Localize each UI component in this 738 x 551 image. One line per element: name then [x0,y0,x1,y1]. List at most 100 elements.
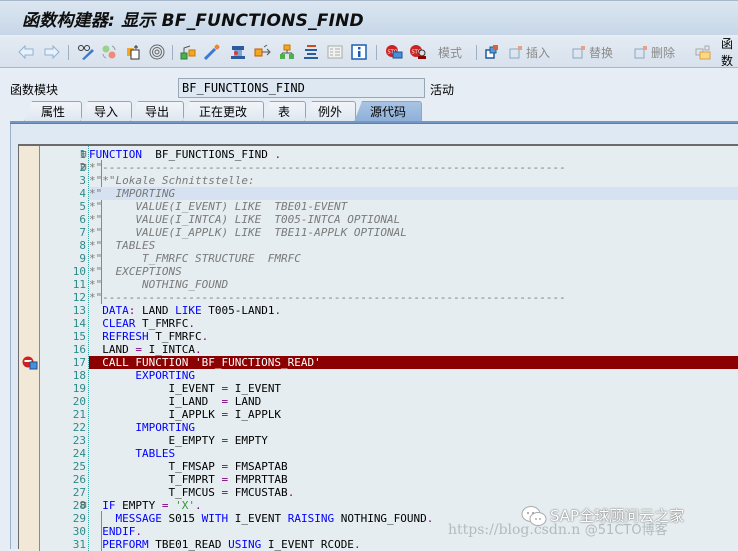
replace-label: 替换 [589,45,614,60]
code-line[interactable]: 20 I_LAND = LAND [19,395,738,408]
code-line[interactable]: 31 PERFORM TBE01_READ USING I_EVENT RCOD… [19,538,738,551]
activate-icon[interactable] [204,43,220,61]
code-line[interactable]: 5 *" VALUE(I_EVENT) LIKE TBE01-EVENT [19,200,738,213]
code-line[interactable]: 26 T_FMPRT = FMPRTTAB [19,473,738,486]
function-doc-button[interactable]: 函数 [719,37,738,68]
fold-toggle-icon[interactable]: ⊟ [78,161,89,174]
tab-exceptions[interactable]: 例外 [304,101,356,122]
code-line[interactable]: 16 LAND = I_INTCA. [19,343,738,356]
code-line[interactable]: 4 *" IMPORTING [19,187,738,200]
code-line[interactable]: 10 *" EXCEPTIONS [19,265,738,278]
code-text: REFRESH T_FMRFC. [102,330,209,343]
code-text: *" VALUE(I_EVENT) LIKE TBE01-EVENT [89,200,348,213]
tab-strip: 属性 导入 导出 正在更改 表 例外 源代码 [0,101,738,123]
line-number: 22 [72,421,86,434]
check-icon[interactable] [180,43,196,61]
replace-button[interactable]: 替换 [571,43,613,61]
forward-arrow-icon[interactable] [44,43,60,61]
code-text: *" TABLES [89,239,156,252]
code-text: *" EXCEPTIONS [89,265,182,278]
code-text: T_FMPRT = FMPRTTAB [89,473,288,486]
line-number: 15 [72,330,86,343]
line-number: 5 [79,200,86,213]
code-line[interactable]: 3 *"*"Lokale Schnittstelle: [19,174,738,187]
pretty-printer-icon[interactable] [303,43,319,61]
code-text: ENDIF. [102,525,142,538]
code-text: *" T_FMRFC STRUCTURE FMRFC [89,252,301,265]
fold-toggle-icon[interactable]: ⊟ [78,499,89,512]
tab-export[interactable]: 导出 [130,101,184,122]
insert-block-icon[interactable] [484,43,500,61]
code-line[interactable]: 22 IMPORTING [19,421,738,434]
delete-button[interactable]: 删除 [633,43,675,61]
code-line[interactable]: 18 EXPORTING [19,369,738,382]
mode-button[interactable]: 模式 [436,43,462,61]
info-icon[interactable] [351,43,367,61]
active-inactive-icon[interactable] [101,43,117,61]
code-line[interactable]: 6 *" VALUE(I_INTCA) LIKE T005-INTCA OPTIO… [19,213,738,226]
other-object-icon[interactable] [126,43,142,61]
code-text: *" VALUE(I_APPLK) LIKE TBE11-APPLK OPTIO… [89,226,407,239]
line-number: 13 [72,304,86,317]
source-code-editor[interactable]: 1 ⊟ FUNCTION BF_FUNCTIONS_FIND . 2 ⊟ *"------… [18,144,738,551]
code-text: TABLES [135,447,176,460]
function-module-row: 函数模块 BF_FUNCTIONS_FIND 活动 [0,78,738,100]
breakpoint-external-icon[interactable]: STOP [409,43,427,61]
code-text: *"--------------------------------------… [89,291,566,304]
insert-button[interactable]: 插入 [508,43,550,61]
code-line[interactable]: 8 *" TABLES [19,239,738,252]
tab-tables[interactable]: 表 [262,101,306,122]
code-text: MESSAGE S015 WITH I_EVENT RAISING NOTHIN… [115,512,434,525]
mode-label: 模式 [438,45,463,60]
tab-import[interactable]: 导入 [80,101,132,122]
fold-toggle-icon[interactable]: ⊟ [78,148,89,161]
code-line[interactable]: 27 T_FMCUS = FMCUSTAB. [19,486,738,499]
code-line[interactable]: 21 I_APPLK = I_APPLK [19,408,738,421]
tab-attributes[interactable]: 属性 [24,101,82,122]
code-text: I_APPLK = I_APPLK [89,408,282,421]
title-bar: 函数构建器: 显示 BF_FUNCTIONS_FIND [0,0,738,36]
code-text: IF EMPTY = 'X'. [102,499,202,512]
where-used-icon[interactable] [149,43,165,61]
code-line[interactable]: 15 REFRESH T_FMRFC. [19,330,738,343]
code-line[interactable]: 24 TABLES [19,447,738,460]
code-line[interactable]: 2 ⊟ *"------------------------------------… [19,161,738,174]
line-number: 16 [72,343,86,356]
line-number: 17 [72,356,86,369]
code-text: PERFORM TBE01_READ USING I_EVENT RCODE. [102,538,361,551]
function-doc-label: 函数 [721,37,734,68]
tab-source-code[interactable]: 源代码 [354,101,422,122]
function-doc-icon[interactable] [695,43,711,61]
application-toolbar: STOP STOP 模式 插入 替换 删除 函数 [0,37,738,68]
line-number: 7 [79,226,86,239]
toolbar-separator [172,45,173,60]
code-line[interactable]: 9 *" T_FMRFC STRUCTURE FMRFC [19,252,738,265]
display-change-icon[interactable] [77,43,95,61]
code-line[interactable]: 19 I_EVENT = I_EVENT [19,382,738,395]
test-icon[interactable] [230,43,246,61]
pattern-icon[interactable] [254,43,272,61]
back-arrow-icon[interactable] [18,43,34,61]
code-text: CLEAR T_FMRFC. [102,317,195,330]
activation-status: 活动 [430,83,455,97]
code-line[interactable]: 13 DATA: LAND LIKE T005-LAND1. [19,304,738,317]
code-line[interactable]: 14 CLEAR T_FMRFC. [19,317,738,330]
breakpoint-icon[interactable] [22,355,38,374]
code-text: I_LAND = LAND [89,395,262,408]
breakpoint-session-icon[interactable]: STOP [385,43,403,61]
code-line[interactable]: 23 E_EMPTY = EMPTY [19,434,738,447]
code-line[interactable]: 7 *" VALUE(I_APPLK) LIKE TBE11-APPLK OPTI… [19,226,738,239]
object-list-icon[interactable] [279,43,295,61]
function-module-field[interactable]: BF_FUNCTIONS_FIND [178,78,425,98]
code-line[interactable]: 25 T_FMSAP = FMSAPTAB [19,460,738,473]
line-number: 20 [72,395,86,408]
tab-changing[interactable]: 正在更改 [182,101,264,122]
display-object-list-icon[interactable] [327,43,343,61]
code-line[interactable]: 1 ⊟ FUNCTION BF_FUNCTIONS_FIND . [19,148,738,161]
line-number: 12 [72,291,86,304]
code-line[interactable]: 11 *" NOTHING_FOUND [19,278,738,291]
line-number: 23 [72,434,86,447]
insert-label: 插入 [526,45,551,60]
code-line[interactable]: 12 *"------------------------------------… [19,291,738,304]
code-line[interactable]: 17 CALL FUNCTION 'BF_FUNCTIONS_READ' [19,356,738,369]
